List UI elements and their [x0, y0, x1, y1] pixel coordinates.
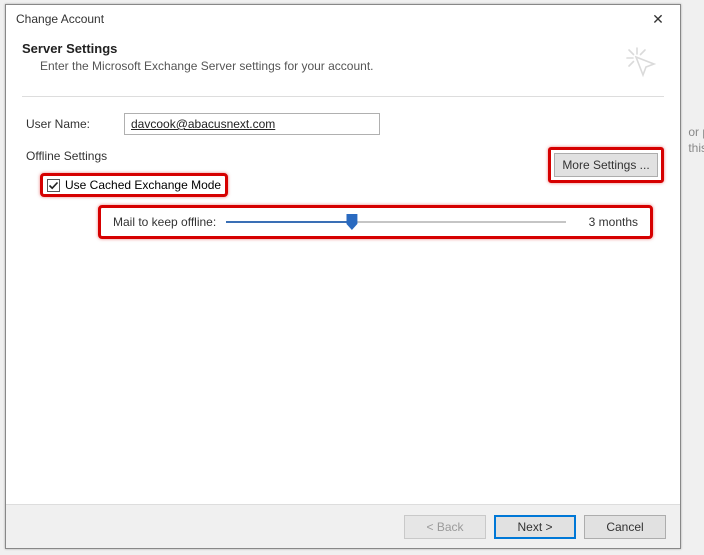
background-text: or p this: [688, 125, 704, 156]
close-button[interactable]: ✕: [638, 6, 678, 32]
mail-offline-value: 3 months: [576, 215, 638, 229]
page-subtitle: Enter the Microsoft Exchange Server sett…: [40, 59, 624, 73]
next-button[interactable]: Next >: [494, 515, 576, 539]
cached-mode-label: Use Cached Exchange Mode: [65, 178, 221, 192]
change-account-dialog: Change Account ✕ Server Settings Enter t…: [5, 4, 681, 549]
mail-offline-slider[interactable]: [226, 214, 566, 230]
username-field[interactable]: davcook@abacusnext.com: [124, 113, 380, 135]
more-settings-button[interactable]: More Settings ...: [554, 153, 658, 177]
highlight-slider: Mail to keep offline: 3 months: [98, 205, 653, 239]
slider-track-line: [226, 221, 566, 223]
mail-offline-label: Mail to keep offline:: [113, 215, 216, 229]
cached-mode-checkbox[interactable]: [47, 179, 60, 192]
back-button: < Back: [404, 515, 486, 539]
window-title: Change Account: [16, 12, 104, 26]
slider-thumb[interactable]: [346, 214, 357, 230]
page-title: Server Settings: [22, 41, 624, 56]
highlight-cached-mode: Use Cached Exchange Mode: [40, 173, 228, 197]
username-value: davcook@abacusnext.com: [131, 117, 275, 131]
highlight-more-settings: More Settings ...: [548, 147, 664, 183]
cancel-button[interactable]: Cancel: [584, 515, 666, 539]
check-icon: [48, 180, 59, 191]
titlebar: Change Account ✕: [6, 5, 680, 33]
cursor-click-icon: [624, 45, 658, 82]
dialog-footer: < Back Next > Cancel: [6, 504, 680, 548]
slider-thumb-icon: [346, 214, 357, 230]
close-icon: ✕: [652, 11, 664, 28]
username-label: User Name:: [26, 117, 124, 131]
